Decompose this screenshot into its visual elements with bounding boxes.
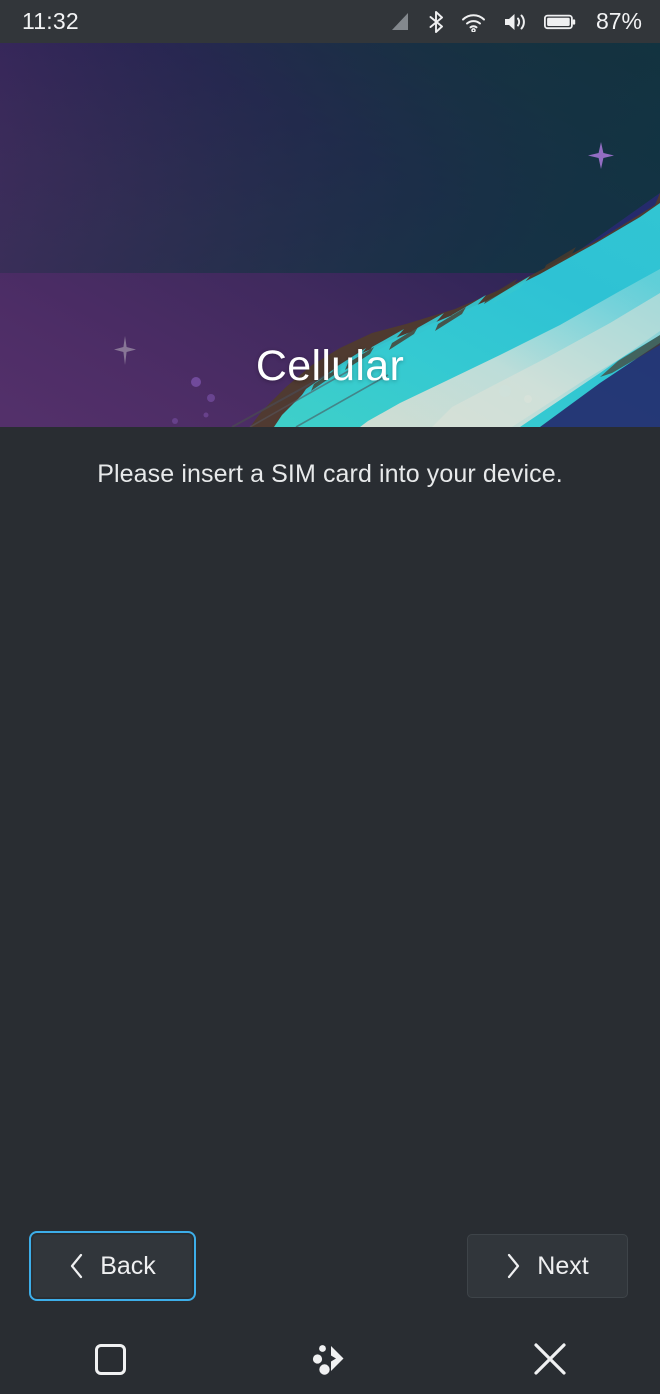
kde-plasma-logo-icon [312, 1345, 344, 1375]
chevron-right-icon [508, 1253, 520, 1279]
page-header-banner: Cellular [0, 43, 660, 427]
volume-icon [503, 11, 527, 33]
main-content: Please insert a SIM card into your devic… [0, 427, 660, 1207]
back-button-label: Back [100, 1251, 156, 1280]
status-bar: 11:32 87% [0, 0, 660, 43]
status-bar-clock: 11:32 [22, 8, 79, 34]
sim-card-message: Please insert a SIM card into your devic… [97, 460, 563, 488]
close-button[interactable] [440, 1324, 660, 1394]
task-switcher-button[interactable] [0, 1324, 220, 1394]
next-button[interactable]: Next [467, 1234, 628, 1298]
page-title: Cellular [255, 342, 405, 390]
battery-percent-label: 87% [595, 8, 642, 34]
bluetooth-icon [428, 10, 444, 33]
home-button[interactable] [220, 1324, 440, 1394]
close-x-icon [534, 1343, 566, 1375]
wifi-icon [461, 12, 486, 32]
cellular-signal-icon [389, 12, 411, 32]
wizard-button-bar: Back Next [0, 1228, 660, 1304]
status-bar-indicators: 87% [389, 8, 642, 35]
back-button[interactable]: Back [29, 1231, 196, 1301]
phone-screen: 11:32 87% Cellular Please insert a SIM c… [0, 0, 660, 1394]
system-navigation-bar [0, 1324, 660, 1394]
chevron-left-icon [71, 1253, 83, 1279]
next-button-label: Next [537, 1251, 589, 1280]
rounded-square-icon [94, 1343, 126, 1375]
battery-icon [543, 13, 576, 31]
